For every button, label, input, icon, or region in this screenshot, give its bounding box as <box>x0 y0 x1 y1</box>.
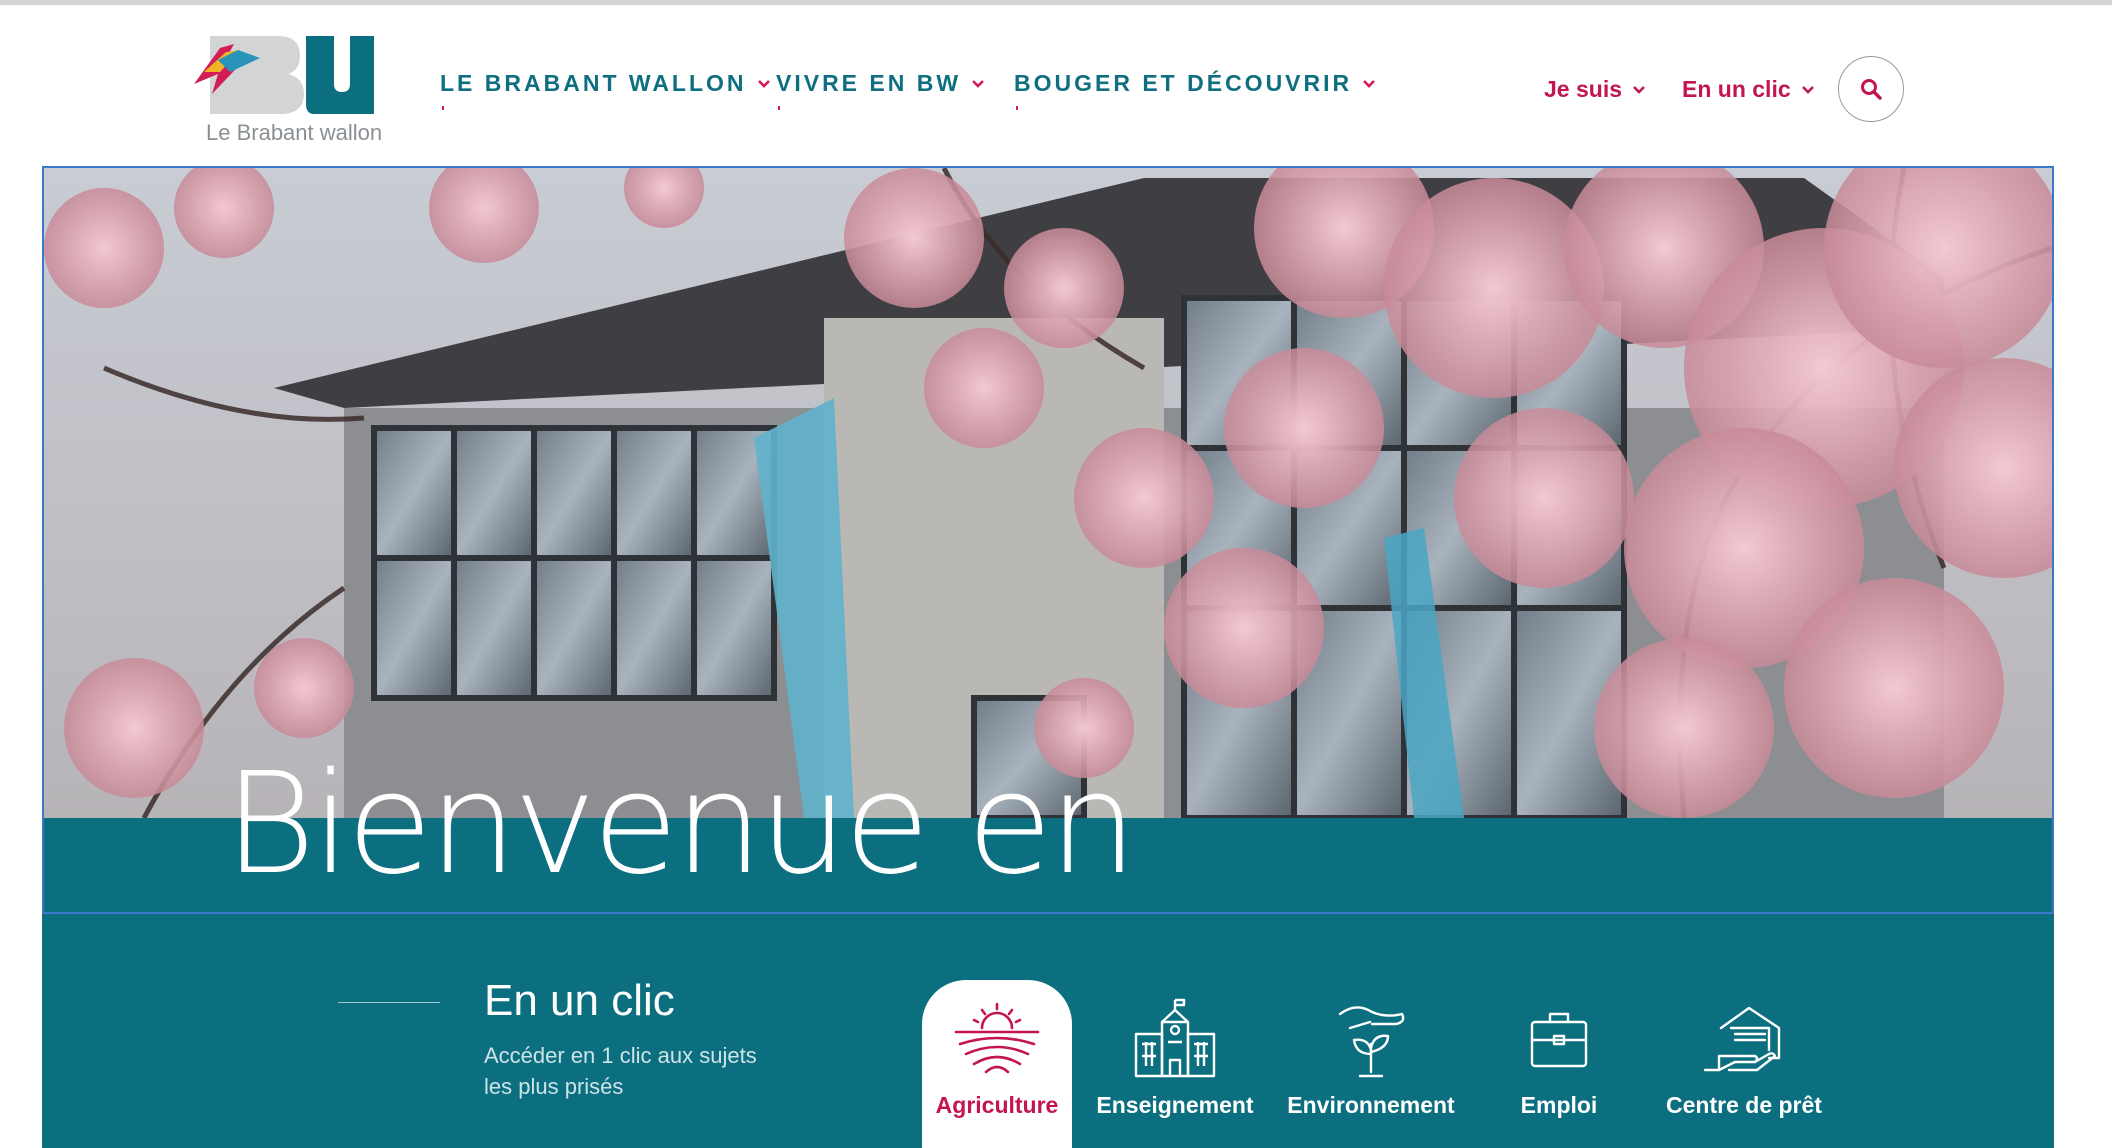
briefcase-icon <box>1530 1012 1588 1068</box>
field-sun-icon <box>954 1002 1040 1074</box>
quick-links-rule <box>338 1002 440 1003</box>
quick-link-label: Centre de prêt <box>1666 1092 1822 1118</box>
quick-link-label: Enseignement <box>1096 1092 1254 1118</box>
nav-en-un-clic[interactable]: En un clic <box>1682 76 1815 103</box>
nav-marker <box>442 106 444 110</box>
quick-link-agriculture[interactable]: Agriculture <box>922 980 1072 1148</box>
util-label: Je suis <box>1544 76 1622 102</box>
chevron-down-icon <box>1363 79 1376 88</box>
nav-label: LE BRABANT WALLON <box>440 70 747 96</box>
quick-links-subtitle: Accéder en 1 clic aux sujets les plus pr… <box>484 1043 757 1099</box>
quick-link-label: Environnement <box>1287 1092 1455 1118</box>
chevron-down-icon <box>1633 85 1645 94</box>
chevron-down-icon <box>972 79 984 88</box>
hero-banner: Bienvenue en Brabant wallon <box>42 166 2054 914</box>
util-label: En un clic <box>1682 76 1791 102</box>
quick-links-section: En un clic Accéder en 1 clic aux sujets … <box>42 914 2054 1148</box>
quick-link-emploi[interactable]: Emploi <box>1484 980 1634 1148</box>
plant-hand-icon <box>1338 1006 1405 1078</box>
bw-logo-icon <box>194 36 374 114</box>
nav-marker <box>778 106 780 110</box>
hero-photo <box>44 168 2052 818</box>
quick-link-label: Agriculture <box>935 1092 1059 1118</box>
hero-title-line-2: Brabant wallon <box>224 902 1370 913</box>
garage-hand-icon <box>1703 1006 1781 1072</box>
quick-link-label: Emploi <box>1520 1092 1598 1118</box>
top-border <box>0 0 2112 5</box>
hero-title-line-1: Bienvenue en <box>224 743 1137 906</box>
search-button[interactable] <box>1838 56 1904 122</box>
chevron-down-icon <box>757 79 770 88</box>
nav-vivre-en-bw[interactable]: VIVRE EN BW <box>776 70 985 110</box>
hero-title: Bienvenue en Brabant wallon <box>224 743 1370 913</box>
quick-links-title: En un clic <box>484 976 675 1025</box>
search-icon <box>1861 79 1882 100</box>
school-building-icon <box>1134 998 1216 1078</box>
logo-caption: Le Brabant wallon <box>206 120 383 145</box>
quick-link-centre-de-pret[interactable]: Centre de prêt <box>1654 980 1834 1148</box>
nav-je-suis[interactable]: Je suis <box>1544 76 1646 103</box>
nav-marker <box>1016 106 1018 110</box>
quick-link-enseignement[interactable]: Enseignement <box>1096 980 1254 1148</box>
nav-label: BOUGER ET DÉCOUVRIR <box>1014 70 1353 96</box>
nav-label: VIVRE EN BW <box>776 70 962 96</box>
quick-link-environnement[interactable]: Environnement <box>1287 980 1455 1148</box>
nav-bouger-et-decouvrir[interactable]: BOUGER ET DÉCOUVRIR <box>1014 70 1376 110</box>
chevron-down-icon <box>1801 85 1814 94</box>
nav-le-brabant-wallon[interactable]: LE BRABANT WALLON <box>440 70 771 110</box>
